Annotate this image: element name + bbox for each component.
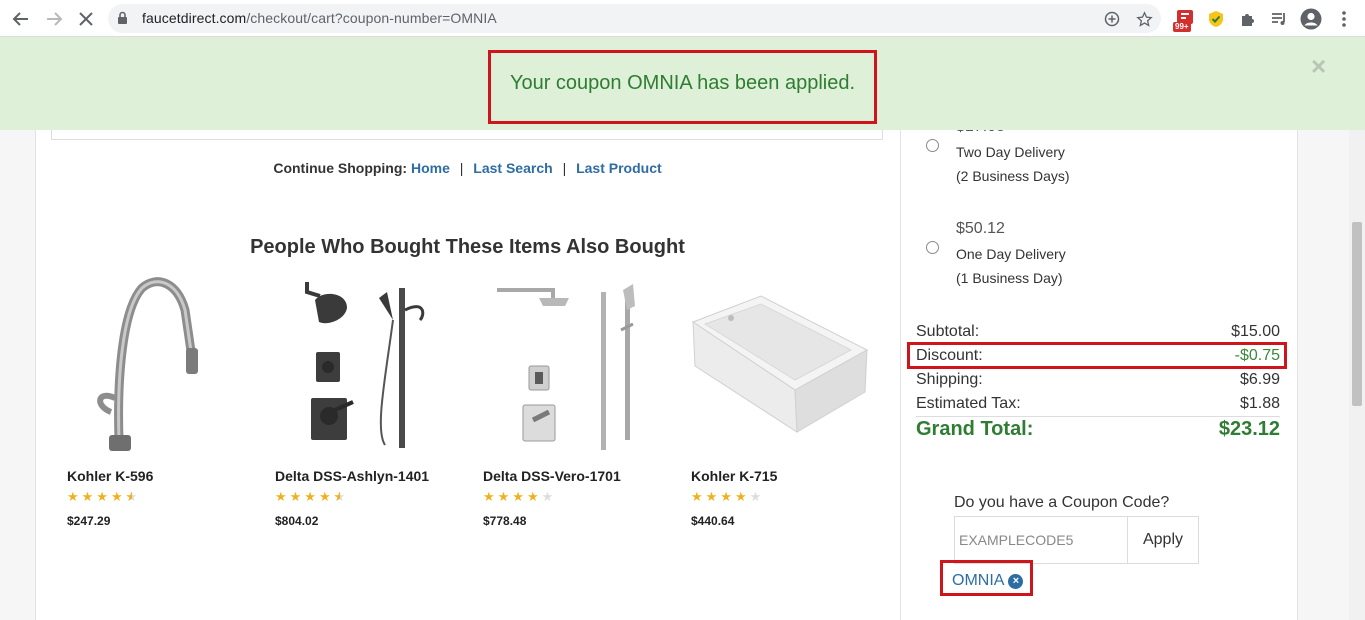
product-name[interactable]: Kohler K-715 [691,468,777,484]
product-price: $247.29 [67,514,111,528]
link-last-search[interactable]: Last Search [473,160,552,176]
url-text: faucetdirect.com/checkout/cart?coupon-nu… [142,10,497,26]
product-price: $440.64 [691,514,735,528]
shipping-option-name: One Day Delivery [956,246,1066,262]
scrollbar-thumb[interactable] [1352,222,1362,406]
shipping-option-days: (1 Business Day) [956,270,1063,286]
subtotal-value: $15.00 [1231,323,1280,340]
apply-coupon-button[interactable]: Apply [1127,516,1199,564]
extension-shield-icon[interactable] [1205,8,1227,30]
shipping-option-price: $50.12 [956,220,1005,237]
continue-shopping-label: Continue Shopping: [273,160,408,176]
recommendations-title: People Who Bought These Items Also Bough… [250,236,685,258]
summary-divider [916,416,1280,417]
browser-menu-icon[interactable] [1333,8,1355,30]
star-rating-icon: ★★★★★ [483,489,557,504]
highlight-applied-coupon [940,560,1033,596]
product-image-chrome-shower[interactable] [483,270,673,455]
shipping-option-days: (2 Business Days) [956,168,1070,184]
extensions-puzzle-icon[interactable] [1237,8,1259,30]
profile-avatar-icon[interactable] [1300,8,1322,30]
subtotal-label: Subtotal: [916,323,980,340]
product-name[interactable]: Kohler K-596 [67,468,153,484]
subtotal-row: Subtotal: $15.00 [916,323,1280,341]
arrow-right-icon [47,12,63,26]
back-button[interactable] [8,6,34,32]
product-price: $804.02 [275,514,319,528]
shipping-label: Shipping: [916,371,983,388]
star-rating-icon: ★★★★★ [691,489,765,504]
tax-row: Estimated Tax: $1.88 [916,395,1280,413]
coupon-code-input[interactable] [954,516,1128,564]
product-image-kitchen-faucet[interactable] [67,270,257,455]
address-bar[interactable]: faucetdirect.com/checkout/cart?coupon-nu… [108,4,1161,33]
highlight-coupon-message [488,50,877,124]
url-path: /checkout/cart?coupon-number=OMNIA [246,10,497,26]
lock-icon [117,11,128,30]
forward-button[interactable] [41,6,67,32]
product-image-bathtub[interactable] [691,270,881,455]
tax-label: Estimated Tax: [916,395,1021,412]
close-icon [79,12,93,26]
shipping-option-name: Two Day Delivery [956,144,1065,160]
grand-total-row: Grand Total: $23.12 [916,418,1280,441]
link-home[interactable]: Home [411,160,450,176]
product-name[interactable]: Delta DSS-Vero-1701 [483,468,621,484]
browser-toolbar: faucetdirect.com/checkout/cart?coupon-nu… [0,0,1365,37]
banner-close-icon[interactable]: × [1311,51,1326,82]
star-rating-icon: ★★★★★★ [275,489,349,504]
shipping-row: Shipping: $6.99 [916,371,1280,389]
stop-loading-button[interactable] [73,6,99,32]
media-queue-icon[interactable] [1268,8,1290,30]
grand-total-label: Grand Total: [916,418,1034,440]
tax-value: $1.88 [1239,395,1280,412]
product-price: $778.48 [483,514,527,528]
highlight-discount-row [907,342,1287,369]
link-separator: | [459,160,464,176]
link-last-product[interactable]: Last Product [576,160,662,176]
shipping-radio-two-day[interactable] [926,139,939,152]
arrow-left-icon [12,12,28,26]
link-separator: | [562,160,567,176]
shipping-radio-one-day[interactable] [926,241,939,254]
add-icon[interactable] [1103,10,1121,28]
shipping-value: $6.99 [1239,371,1280,388]
continue-shopping: Continue Shopping: Home | Last Search | … [0,160,935,176]
coupon-question: Do you have a Coupon Code? [954,494,1170,511]
grand-total-value: $23.12 [1218,418,1280,440]
bookmark-star-icon[interactable] [1135,10,1153,28]
product-name[interactable]: Delta DSS-Ashlyn-1401 [275,468,429,484]
star-rating-icon: ★★★★★★ [67,489,141,504]
url-host: faucetdirect.com [142,10,247,26]
product-image-shower-system[interactable] [275,270,465,455]
extension-badge: 99+ [1173,22,1191,32]
